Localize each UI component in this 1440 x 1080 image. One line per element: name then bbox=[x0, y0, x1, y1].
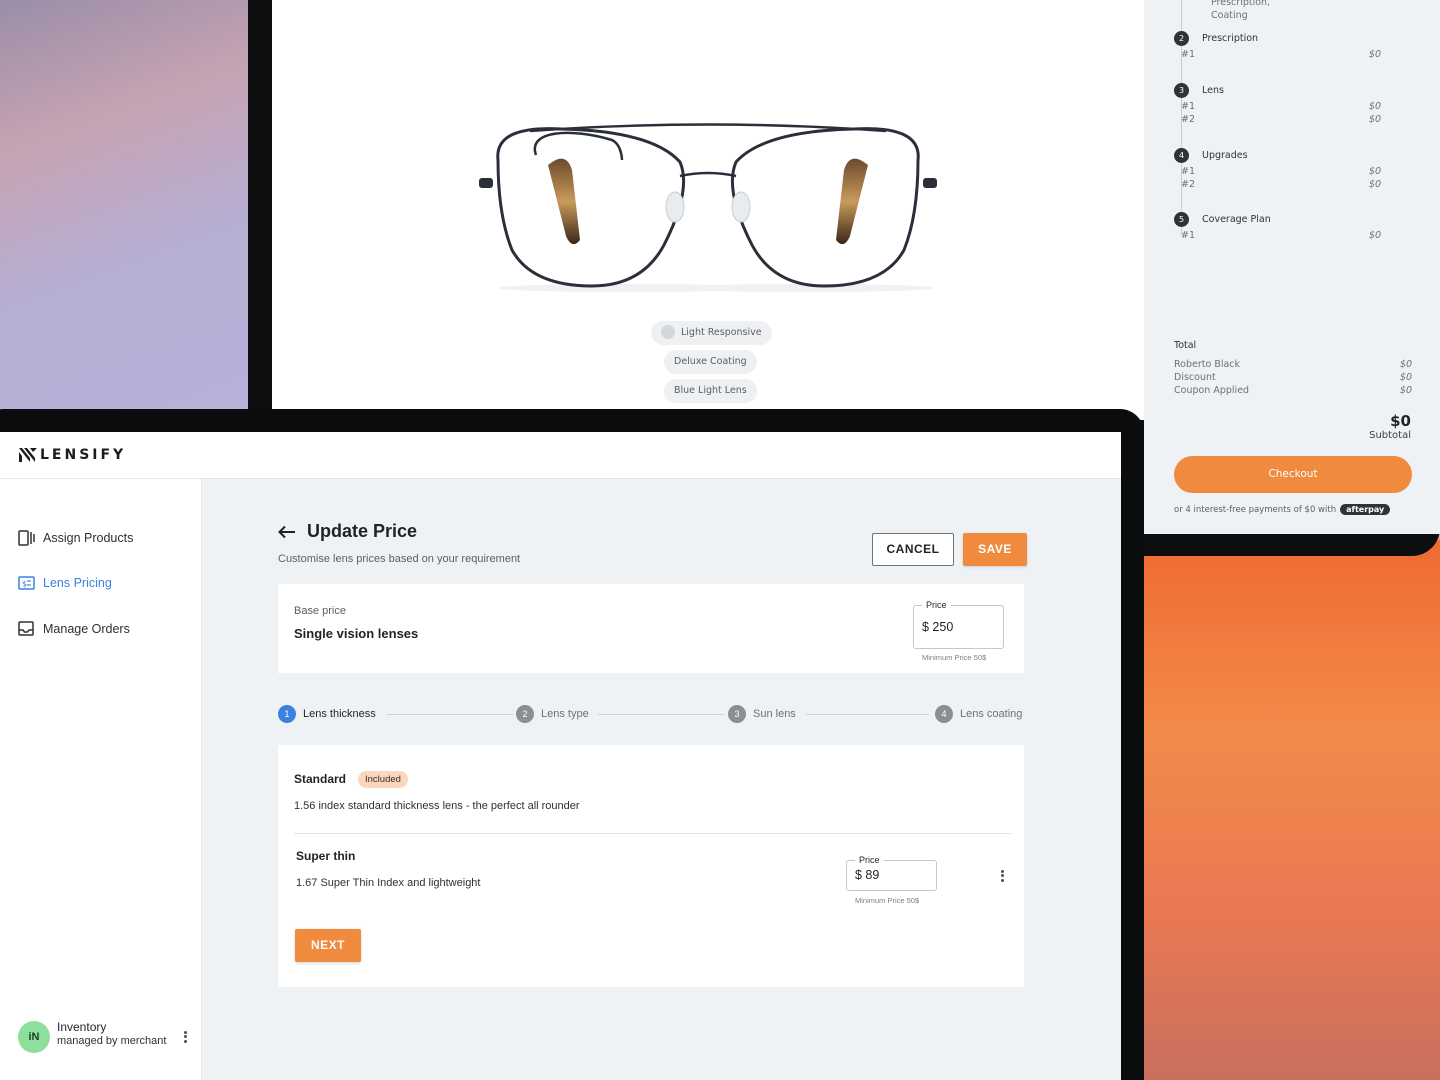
user-menu-icon[interactable] bbox=[180, 1029, 190, 1045]
step-connector bbox=[387, 714, 513, 715]
step-sun-lens[interactable]: 3 Sun lens bbox=[728, 705, 796, 723]
back-arrow-icon[interactable] bbox=[278, 525, 296, 539]
totals: Total Roberto Black $0 Discount $0 Coupon … bbox=[1174, 340, 1412, 398]
top-bar: LENSIFY bbox=[0, 432, 1121, 479]
total-label: Total bbox=[1174, 340, 1197, 351]
summary-row: #2 $0 bbox=[1181, 179, 1381, 190]
option-title-standard: Standard bbox=[294, 772, 347, 786]
summary-row: #2 $0 bbox=[1181, 114, 1381, 125]
afterpay-logo: afterpay bbox=[1340, 504, 1391, 515]
avatar: iN bbox=[18, 1021, 50, 1053]
step-lens-thickness[interactable]: 1 Lens thickness bbox=[278, 705, 376, 723]
summary-row: #1 $0 bbox=[1181, 230, 1381, 241]
step-number: 4 bbox=[1174, 148, 1189, 163]
checkout-button[interactable]: Checkout bbox=[1174, 456, 1412, 493]
summary-row: #1 $0 bbox=[1181, 49, 1381, 60]
user-profile[interactable]: iN Inventory managed by merchant bbox=[18, 1019, 194, 1055]
divider bbox=[294, 833, 1012, 834]
option-description-super-thin: 1.67 Super Thin Index and lightweight bbox=[296, 877, 481, 889]
lens-pricing-icon: $ bbox=[18, 576, 35, 590]
step-lens-coating[interactable]: 4 Lens coating bbox=[935, 705, 1022, 723]
base-price-card: Base price Single vision lenses Price $ … bbox=[278, 584, 1024, 673]
lensify-logo-icon bbox=[19, 448, 37, 462]
super-thin-price-input[interactable]: Price $ 89 bbox=[846, 855, 937, 891]
order-summary-panel: Prescription, Coating 2 Prescription #1 $… bbox=[1144, 0, 1440, 534]
super-thin-min-price-note: Minimum Price 50$ bbox=[855, 896, 920, 905]
afterpay-note: or 4 interest-free payments of $0 with af… bbox=[1174, 504, 1391, 515]
step-name: Lens bbox=[1202, 85, 1224, 96]
base-price-label: Base price bbox=[294, 605, 346, 617]
user-subtitle: managed by merchant bbox=[57, 1035, 167, 1047]
step-name: Prescription bbox=[1202, 33, 1259, 44]
option-menu-icon[interactable] bbox=[997, 868, 1007, 884]
step-number: 2 bbox=[1174, 31, 1189, 46]
main-content: Update Price Customise lens prices based… bbox=[202, 479, 1121, 1080]
chip-light-responsive[interactable]: Light Responsive bbox=[651, 321, 772, 345]
total-row: Coupon Applied $0 bbox=[1174, 385, 1412, 396]
base-price-input[interactable]: Price $ 250 bbox=[913, 600, 1004, 649]
sidebar-item-manage-orders[interactable]: Manage Orders bbox=[18, 621, 130, 636]
total-row: Discount $0 bbox=[1174, 372, 1412, 383]
product-preview: Light Responsive Deluxe Coating Blue Lig… bbox=[272, 0, 1144, 420]
step-number: 5 bbox=[1174, 212, 1189, 227]
manage-orders-icon bbox=[18, 621, 34, 636]
subtotal-label: Subtotal bbox=[1369, 430, 1411, 441]
svg-text:$: $ bbox=[22, 580, 27, 589]
option-description-standard: 1.56 index standard thickness lens - the… bbox=[294, 800, 580, 812]
chip-blue-light-lens[interactable]: Blue Light Lens bbox=[664, 379, 757, 403]
option-title-super-thin: Super thin bbox=[296, 849, 356, 863]
chip-deluxe-coating[interactable]: Deluxe Coating bbox=[664, 350, 757, 374]
assign-products-icon bbox=[18, 530, 35, 546]
admin-app: LENSIFY Assign Products $ Lens Pricing M… bbox=[0, 432, 1121, 1080]
sidebar: Assign Products $ Lens Pricing Manage Or… bbox=[0, 479, 202, 1080]
background-gradient-right bbox=[1140, 540, 1440, 1080]
grand-total: $0 bbox=[1390, 412, 1411, 430]
total-row: Roberto Black $0 bbox=[1174, 359, 1412, 370]
sidebar-item-assign-products[interactable]: Assign Products bbox=[18, 530, 133, 546]
summary-row: #1 $0 bbox=[1181, 166, 1381, 177]
step-name: Coverage Plan bbox=[1202, 214, 1271, 225]
summary-row: #1 $0 bbox=[1181, 101, 1381, 112]
lens-options-card: Standard Included 1.56 index standard th… bbox=[278, 745, 1024, 987]
user-name: Inventory bbox=[57, 1020, 107, 1034]
base-price-title: Single vision lenses bbox=[294, 626, 419, 641]
next-button[interactable]: NEXT bbox=[295, 929, 361, 962]
brand-logo: LENSIFY bbox=[18, 446, 126, 464]
step-number: 3 bbox=[1174, 83, 1189, 98]
sidebar-item-lens-pricing[interactable]: $ Lens Pricing bbox=[18, 576, 112, 590]
stepper: 1 Lens thickness 2 Lens type 3 Sun lens 4 Le… bbox=[278, 705, 1024, 725]
included-badge: Included bbox=[358, 771, 408, 788]
page-subtitle: Customise lens prices based on your requ… bbox=[278, 553, 521, 565]
step-connector bbox=[806, 714, 929, 715]
step-lens-type[interactable]: 2 Lens type bbox=[516, 705, 589, 723]
save-button[interactable]: SAVE bbox=[963, 533, 1027, 566]
brand-name: LENSIFY bbox=[40, 447, 127, 463]
toggle-dot-icon bbox=[661, 324, 675, 339]
step-connector bbox=[598, 714, 724, 715]
previous-step-note: Prescription, Coating bbox=[1211, 0, 1271, 21]
base-min-price-note: Minimum Price 50$ bbox=[922, 653, 987, 662]
background-gradient-left bbox=[0, 0, 260, 420]
step-name: Upgrades bbox=[1202, 150, 1248, 161]
page-title: Update Price bbox=[307, 521, 418, 541]
cancel-button[interactable]: CANCEL bbox=[872, 533, 954, 566]
